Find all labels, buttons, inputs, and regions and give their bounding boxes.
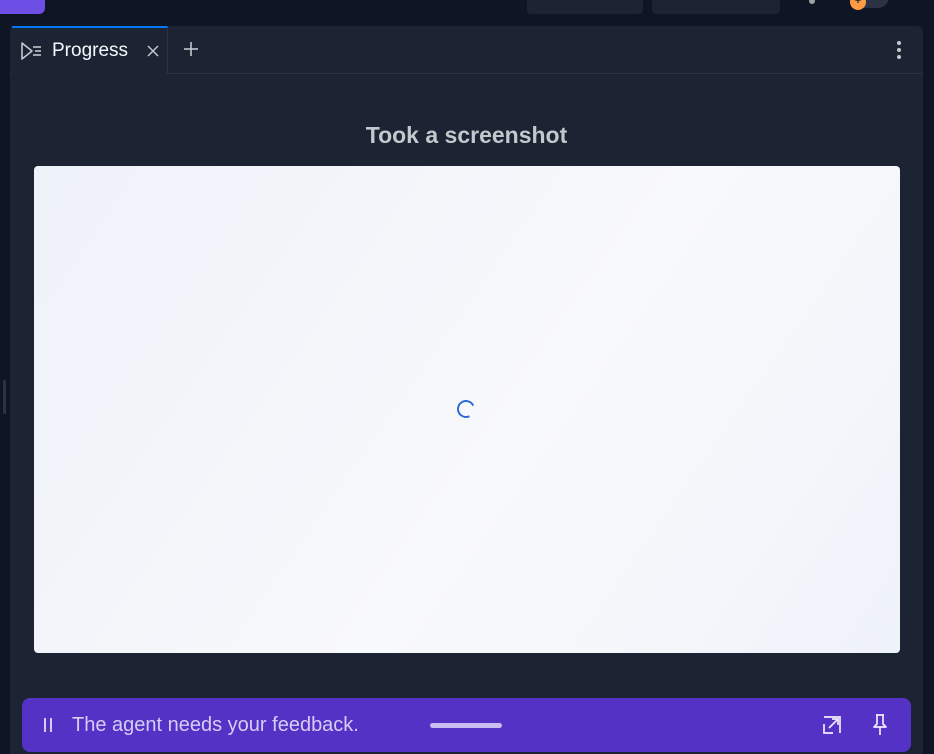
spinner-icon (454, 397, 478, 421)
top-secondary-button[interactable] (652, 0, 780, 14)
feedback-bar[interactable]: The agent needs your feedback. (22, 698, 911, 752)
avatar-badge-icon: + (850, 0, 866, 10)
kebab-menu-icon[interactable] (890, 39, 908, 61)
expand-arrow-icon[interactable] (821, 714, 843, 736)
drag-handle[interactable] (430, 723, 502, 728)
tab-progress[interactable]: Progress (12, 26, 168, 74)
notification-icon[interactable] (809, 0, 815, 4)
screenshot-preview[interactable] (34, 166, 900, 653)
pin-icon[interactable] (870, 713, 890, 737)
pane-resize-handle[interactable] (3, 380, 6, 414)
feedback-message: The agent needs your feedback. (72, 714, 359, 736)
progress-panel: Progress Took a screenshot The agent nee… (10, 26, 923, 754)
app-logo[interactable] (0, 0, 45, 14)
top-action-button[interactable] (527, 0, 643, 14)
close-icon[interactable] (145, 43, 161, 59)
add-tab-icon[interactable] (182, 40, 200, 58)
tab-label: Progress (52, 40, 129, 61)
top-bar: + (0, 0, 934, 26)
progress-icon (21, 42, 41, 60)
pause-icon[interactable] (41, 716, 55, 734)
step-title: Took a screenshot (365, 122, 568, 148)
tab-bar: Progress (10, 26, 923, 74)
